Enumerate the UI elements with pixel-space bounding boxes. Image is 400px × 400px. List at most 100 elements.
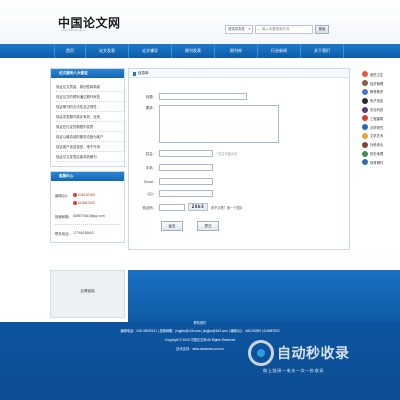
nav-item-journal-library[interactable]: 期刊库 — [215, 44, 258, 58]
category-item[interactable]: 社科综合 — [362, 140, 400, 149]
category-label: 体育期刊 — [370, 160, 384, 165]
captcha-image[interactable]: 26b3 — [188, 203, 208, 211]
search-type-value: 请选择类型 — [228, 27, 245, 31]
guarantee-title: 论文服务八大保证 — [51, 69, 124, 78]
friend-links-label: 友情链接 — [80, 289, 95, 293]
category-list: 医药卫生 经济管理 教育教学 电子信息 农业科技 工程建筑 法学研究 文学艺术 … — [362, 70, 400, 167]
qq-row-1: 编辑QQ： 446130359 — [55, 191, 120, 199]
category-item[interactable]: 农业科技 — [362, 105, 400, 114]
nav-item-publish[interactable]: 论文发表 — [86, 44, 129, 58]
category-item[interactable]: 历史地理 — [362, 149, 400, 158]
footer-banner — [128, 270, 400, 322]
watermark-subtitle: 做上链接一来访一次一秒收录 — [263, 368, 324, 373]
message-form: 信息单 标题： 要求： 姓名： * 姓名不能为空 手机： Email： QQ： … — [128, 68, 350, 250]
category-item[interactable]: 经济管理 — [362, 79, 400, 88]
email-input[interactable] — [159, 178, 213, 185]
category-item[interactable]: 工程建筑 — [362, 114, 400, 123]
phone-input-label: 手机： — [145, 166, 156, 170]
list-item[interactable]: 保证发表期刊真实有效，杜绝 — [56, 112, 124, 122]
qq-input-label: QQ： — [147, 192, 156, 196]
guarantee-list: 保证论文质量，原创性和新颖 保证论文的顺利通过期刊审查 保证期刊的合法性及正规性… — [51, 78, 124, 166]
watermark-circle-icon — [248, 340, 274, 366]
category-icon — [362, 106, 368, 113]
category-label: 社科综合 — [370, 143, 384, 148]
qq-input-row: QQ： — [129, 190, 213, 197]
nav-item-home[interactable]: 首页 — [54, 44, 86, 58]
list-item[interactable]: 保证论文发表后能收到期刊 — [56, 152, 124, 162]
phone-input[interactable] — [159, 164, 213, 171]
qq-icon — [73, 193, 77, 197]
category-icon — [362, 80, 368, 87]
search-bar: 请选择类型 ▾ ⌕ 输入你要搜索的词 搜索 — [225, 25, 329, 35]
category-icon — [362, 115, 368, 122]
search-input[interactable]: ⌕ 输入你要搜索的词 — [255, 25, 313, 34]
nav-item-about[interactable]: 关于我们 — [301, 44, 344, 58]
name-label: 姓名： — [145, 152, 156, 156]
watermark: 自动秒收录 做上链接一来访一次一秒收录 — [248, 340, 398, 374]
category-label: 经济管理 — [370, 81, 384, 86]
name-input[interactable] — [159, 150, 213, 157]
list-item[interactable]: 保证论文质量，原创性和新颖 — [56, 82, 124, 92]
search-button[interactable]: 搜索 — [315, 25, 329, 34]
watermark-title: 自动秒收录 — [277, 345, 350, 361]
site-url: www.lunwen.gz.cn — [62, 28, 87, 32]
category-label: 法学研究 — [370, 125, 384, 130]
nav-item-journal-publish[interactable]: 期刊发表 — [172, 44, 215, 58]
captcha-refresh-link[interactable]: 看不清楚？换一个图片 — [211, 205, 243, 210]
guarantee-box: 论文服务八大保证 保证论文质量，原创性和新颖 保证论文的顺利通过期刊审查 保证期… — [50, 68, 125, 167]
qq-input[interactable] — [159, 190, 213, 197]
phone-label: 联系电话： — [55, 231, 72, 236]
category-label: 文学艺术 — [370, 134, 384, 139]
list-item[interactable]: 保证论文的顺利通过期刊审查 — [56, 92, 124, 102]
footer-contact-title[interactable]: 联系我们 — [0, 320, 400, 325]
nav-item-tutoring[interactable]: 论文辅导 — [129, 44, 172, 58]
content-textarea[interactable] — [159, 105, 279, 143]
search-type-select[interactable]: 请选择类型 ▾ — [225, 25, 253, 34]
form-title: 信息单 — [129, 69, 349, 78]
category-label: 工程建筑 — [370, 116, 384, 121]
category-item[interactable]: 体育期刊 — [362, 158, 400, 167]
email-value[interactable]: 635577661@qq.com — [73, 214, 105, 218]
contact-body: 编辑QQ： 446130359 615687522 投稿邮箱： 63557766… — [51, 181, 124, 242]
category-icon — [362, 141, 368, 148]
category-item[interactable]: 文学艺术 — [362, 132, 400, 141]
list-item[interactable]: 保证以最真诚的服务态度为客户 — [56, 132, 124, 142]
search-icon: ⌕ — [257, 27, 260, 32]
category-label: 医药卫生 — [370, 72, 384, 77]
qq-row-2: 615687522 — [55, 199, 120, 207]
email-input-label: Email： — [144, 180, 156, 184]
qq-number-2[interactable]: 615687522 — [78, 201, 95, 205]
captcha-input[interactable] — [159, 203, 185, 211]
category-item[interactable]: 法学研究 — [362, 123, 400, 132]
list-item[interactable]: 保证客户信息保密，绝不外泄 — [56, 142, 124, 152]
list-item[interactable]: 保证期刊的合法性及正规性 — [56, 102, 124, 112]
list-item[interactable]: 保证在约定的期限内发表 — [56, 122, 124, 132]
category-icon — [362, 150, 368, 157]
category-item[interactable]: 医药卫生 — [362, 70, 400, 79]
title-input[interactable] — [159, 93, 247, 100]
contact-box: 客服中心 编辑QQ： 446130359 615687522 投稿邮箱： 635… — [50, 171, 125, 243]
category-label: 电子信息 — [370, 99, 384, 104]
phone-value: 17744035602 — [73, 231, 94, 235]
reset-button[interactable]: 提交 — [197, 221, 219, 231]
category-icon — [362, 132, 368, 139]
main-nav: 首页 论文发表 论文辅导 期刊发表 期刊库 行业新闻 关于我们 — [0, 44, 400, 58]
submit-button[interactable]: 留言 — [161, 221, 183, 231]
qq-number-1[interactable]: 446130359 — [78, 193, 95, 197]
category-item[interactable]: 教育教学 — [362, 88, 400, 97]
nav-item-industry-news[interactable]: 行业新闻 — [258, 44, 301, 58]
header: 中国论文网 www.lunwen.gz.cn 请选择类型 ▾ ⌕ 输入你要搜索的… — [0, 0, 400, 44]
category-label: 历史地理 — [370, 152, 384, 157]
footer-contact-info: 编辑电话：028-33939121 | 投稿邮箱：jingjilw@126.co… — [120, 329, 280, 333]
captcha-label: 验证码： — [142, 205, 156, 210]
contact-title: 客服中心 — [51, 172, 124, 181]
phone-input-row: 手机： — [129, 164, 213, 171]
email-label: 投稿邮箱： — [55, 214, 72, 219]
category-item[interactable]: 电子信息 — [362, 96, 400, 105]
title-label: 标题： — [145, 95, 156, 99]
category-label: 农业科技 — [370, 108, 384, 113]
name-row: 姓名： * 姓名不能为空 — [129, 150, 237, 157]
category-icon — [362, 71, 368, 78]
category-icon — [362, 97, 368, 104]
watermark-logo: 自动秒收录 — [248, 340, 398, 366]
